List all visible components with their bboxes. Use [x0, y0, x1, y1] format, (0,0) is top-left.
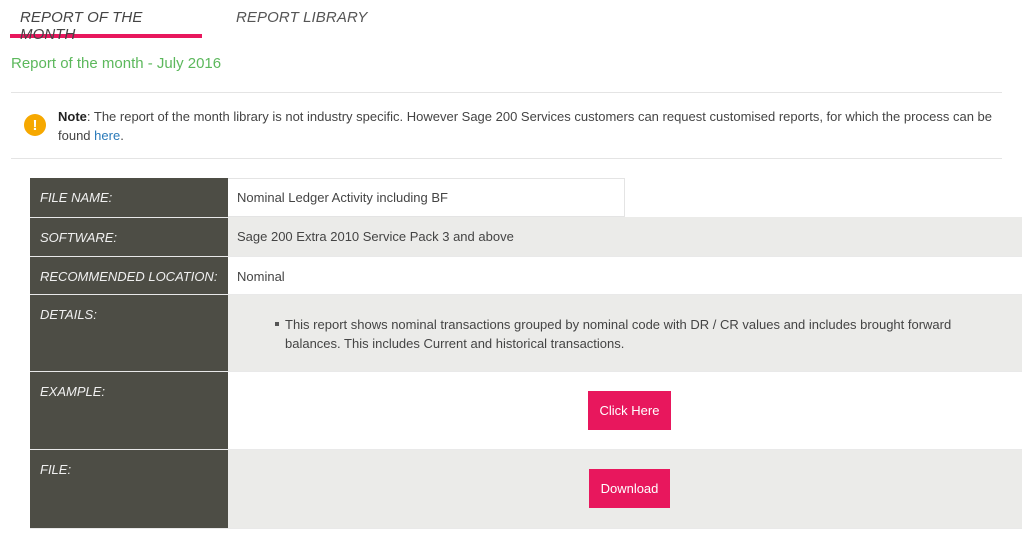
divider — [11, 158, 1002, 159]
example-value: Click Here — [228, 371, 1022, 450]
note-text: Note: The report of the month library is… — [58, 107, 994, 145]
software-value: Sage 200 Extra 2010 Service Pack 3 and a… — [228, 217, 1022, 257]
file-name-label: FILE NAME: — [30, 178, 228, 218]
details-list: This report shows nominal transactions g… — [237, 315, 1022, 353]
tab-report-of-the-month[interactable]: REPORT OF THE MONTH — [10, 0, 202, 43]
download-button-wrap: Download — [237, 462, 1022, 508]
file-label: FILE: — [30, 449, 228, 529]
file-name-value: Nominal Ledger Activity including BF — [237, 190, 448, 205]
file-value: Download — [228, 449, 1022, 529]
table-row-example: EXAMPLE: Click Here — [30, 371, 1022, 450]
table-row-location: RECOMMENDED LOCATION: Nominal — [30, 256, 1022, 295]
tab-report-library[interactable]: REPORT LIBRARY — [226, 0, 377, 38]
details-list-item: This report shows nominal transactions g… — [275, 315, 985, 353]
location-value: Nominal — [228, 256, 1022, 295]
note-body: : The report of the month library is not… — [58, 109, 993, 143]
page: REPORT OF THE MONTH REPORT LIBRARY Repor… — [0, 0, 1024, 534]
note-here-link[interactable]: here — [94, 128, 120, 143]
table-row-details: DETAILS: This report shows nominal trans… — [30, 294, 1022, 372]
click-here-button[interactable]: Click Here — [587, 390, 672, 430]
note-label: Note — [58, 109, 87, 124]
software-label: SOFTWARE: — [30, 217, 228, 257]
note-box: ! Note: The report of the month library … — [24, 107, 994, 145]
report-details-table: FILE NAME: SOFTWARE: Sage 200 Extra 2010… — [30, 178, 1022, 529]
page-title: Report of the month - July 2016 — [11, 55, 222, 72]
example-button-wrap: Click Here — [237, 384, 1022, 430]
table-row-software: SOFTWARE: Sage 200 Extra 2010 Service Pa… — [30, 217, 1022, 257]
tab-bar: REPORT OF THE MONTH REPORT LIBRARY — [10, 0, 377, 43]
download-button[interactable]: Download — [588, 468, 671, 508]
details-value: This report shows nominal transactions g… — [228, 294, 1022, 372]
file-name-value-box: Nominal Ledger Activity including BF — [228, 178, 625, 217]
warning-icon: ! — [24, 114, 46, 136]
divider — [11, 92, 1002, 93]
example-label: EXAMPLE: — [30, 371, 228, 450]
location-label: RECOMMENDED LOCATION: — [30, 256, 228, 295]
table-row-file: FILE: Download — [30, 449, 1022, 529]
note-suffix: . — [120, 128, 124, 143]
details-label: DETAILS: — [30, 294, 228, 372]
